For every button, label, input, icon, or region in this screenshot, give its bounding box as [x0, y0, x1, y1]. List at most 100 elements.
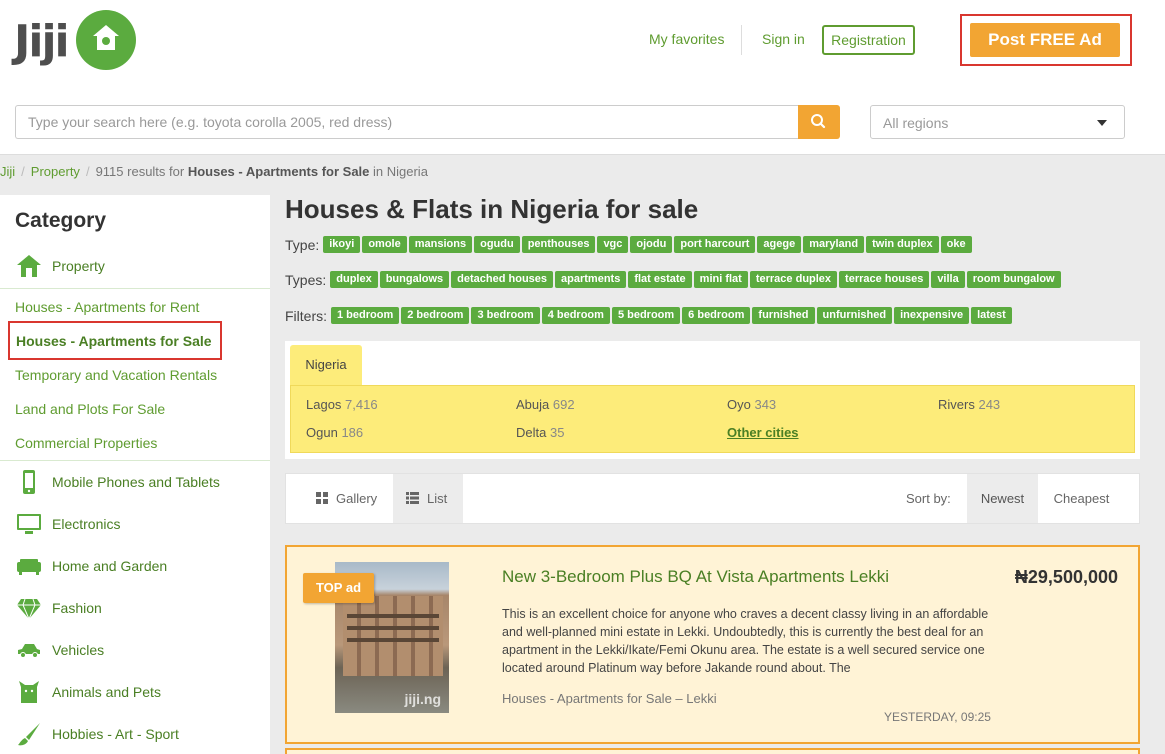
- city-count: 7,416: [345, 397, 378, 412]
- tag-port-harcourt[interactable]: port harcourt: [674, 236, 756, 254]
- filters-tag-row: Filters: 1 bedroom 2 bedroom 3 bedroom 4 bed…: [285, 307, 1014, 327]
- subcategory-commercial[interactable]: Commercial Properties: [15, 435, 157, 451]
- subcategory-sale-active[interactable]: Houses - Apartments for Sale: [8, 321, 222, 360]
- filter-5-bedroom[interactable]: 5 bedroom: [611, 307, 681, 325]
- category-vehicles[interactable]: Vehicles: [52, 642, 104, 658]
- filter-1-bedroom[interactable]: 1 bedroom: [331, 307, 400, 325]
- breadcrumb-separator: /: [85, 164, 90, 179]
- tag-twin-duplex[interactable]: twin duplex: [866, 236, 939, 254]
- tag-duplex[interactable]: duplex: [330, 271, 378, 289]
- building-windows: [347, 606, 439, 646]
- logo-text: Jiji: [14, 16, 70, 67]
- category-hobbies[interactable]: Hobbies - Art - Sport: [52, 726, 179, 742]
- monitor-icon: [17, 514, 41, 534]
- type-tag-row: Type: ikoyi omole mansions ogudu penthouses vg…: [285, 236, 974, 256]
- tag-detached-houses[interactable]: detached houses: [451, 271, 554, 289]
- region-select-value: All regions: [883, 115, 949, 131]
- registration-button[interactable]: Registration: [822, 25, 915, 55]
- tag-flat-estate[interactable]: flat estate: [628, 271, 692, 289]
- listing-timestamp: YESTERDAY, 09:25: [884, 710, 991, 724]
- header-divider: [741, 25, 742, 55]
- tag-omole[interactable]: omole: [362, 236, 407, 254]
- tag-apartments[interactable]: apartments: [555, 271, 627, 289]
- tag-terrace-houses[interactable]: terrace houses: [839, 271, 930, 289]
- city-abuja[interactable]: Abuja 692: [516, 397, 575, 412]
- listing-card[interactable]: jiji.ng TOP ad New 3-Bedroom Plus BQ At …: [285, 545, 1140, 744]
- jiji-logo[interactable]: Jiji: [14, 10, 139, 70]
- filter-furnished[interactable]: furnished: [752, 307, 815, 325]
- region-select[interactable]: All regions: [870, 105, 1125, 139]
- sidebar-item-property[interactable]: Property: [52, 258, 105, 274]
- breadcrumb-separator: /: [21, 164, 25, 179]
- filter-3-bedroom[interactable]: 3 bedroom: [471, 307, 540, 325]
- tag-mini-flat[interactable]: mini flat: [693, 271, 748, 289]
- city-oyo[interactable]: Oyo 343: [727, 397, 776, 412]
- sidebar-divider: [0, 288, 270, 289]
- breadcrumb-home[interactable]: Jiji: [0, 164, 15, 179]
- filter-unfurnished[interactable]: unfurnished: [816, 307, 893, 325]
- subcategory-sale-label: Houses - Apartments for Sale: [16, 333, 212, 349]
- tag-ikoyi[interactable]: ikoyi: [323, 236, 361, 254]
- category-sidebar: Category Property Houses - Apartments fo…: [0, 195, 270, 754]
- listing-price: ₦29,500,000: [1014, 567, 1118, 587]
- filter-2-bedroom[interactable]: 2 bedroom: [401, 307, 470, 325]
- tag-oke[interactable]: oke: [940, 236, 972, 254]
- tag-vgc[interactable]: vgc: [597, 236, 629, 254]
- listing-title[interactable]: New 3-Bedroom Plus BQ At Vista Apartment…: [502, 567, 889, 587]
- my-favorites-link[interactable]: My favorites: [649, 31, 724, 47]
- gallery-view-button[interactable]: Gallery: [286, 474, 392, 523]
- city-rivers[interactable]: Rivers 243: [938, 397, 1000, 412]
- tag-ojodu[interactable]: ojodu: [630, 236, 673, 254]
- tag-agege[interactable]: agege: [757, 236, 802, 254]
- category-electronics[interactable]: Electronics: [52, 516, 120, 532]
- city-name: Lagos: [306, 397, 342, 412]
- tag-penthouses[interactable]: penthouses: [521, 236, 596, 254]
- category-fashion[interactable]: Fashion: [52, 600, 102, 616]
- breadcrumb-property[interactable]: Property: [31, 164, 80, 179]
- other-cities-link[interactable]: Other cities: [727, 425, 799, 440]
- search-button[interactable]: [798, 105, 840, 139]
- tag-terrace-duplex[interactable]: terrace duplex: [749, 271, 838, 289]
- filter-6-bedroom[interactable]: 6 bedroom: [682, 307, 751, 325]
- category-mobile-phones[interactable]: Mobile Phones and Tablets: [52, 474, 220, 490]
- tag-mansions[interactable]: mansions: [408, 236, 473, 254]
- city-name: Ogun: [306, 425, 338, 440]
- search-input[interactable]: [15, 105, 799, 139]
- tag-villa[interactable]: villa: [931, 271, 965, 289]
- city-delta[interactable]: Delta 35: [516, 425, 564, 440]
- gallery-label: Gallery: [336, 491, 378, 506]
- types-label: Types:: [285, 271, 327, 288]
- tag-room-bungalow[interactable]: room bungalow: [966, 271, 1061, 289]
- post-free-ad-button[interactable]: Post FREE Ad: [970, 23, 1120, 57]
- sort-by-label: Sort by:: [906, 491, 951, 506]
- subcategory-rent[interactable]: Houses - Apartments for Rent: [15, 299, 199, 315]
- sort-cheapest-button[interactable]: Cheapest: [1038, 474, 1125, 523]
- city-count: 186: [341, 425, 364, 440]
- filter-latest[interactable]: latest: [971, 307, 1012, 325]
- list-icon: [406, 492, 419, 504]
- subcategory-land-plots[interactable]: Land and Plots For Sale: [15, 401, 165, 417]
- listing-description: This is an excellent choice for anyone w…: [502, 607, 989, 675]
- list-view-button[interactable]: List: [393, 474, 463, 523]
- subcategory-vacation-rentals[interactable]: Temporary and Vacation Rentals: [15, 367, 217, 383]
- category-animals-pets[interactable]: Animals and Pets: [52, 684, 161, 700]
- next-listing-card[interactable]: [285, 748, 1140, 754]
- tag-bungalows[interactable]: bungalows: [379, 271, 450, 289]
- sign-in-link[interactable]: Sign in: [762, 31, 805, 47]
- tag-ogudu[interactable]: ogudu: [474, 236, 520, 254]
- page-title: Houses & Flats in Nigeria for sale: [285, 194, 699, 224]
- header: Jiji My favorites Sign in Registration P…: [0, 0, 1165, 155]
- types-tag-row: Types: duplex bungalows detached houses apar…: [285, 271, 1063, 291]
- post-ad-highlight: Post FREE Ad: [960, 14, 1132, 66]
- tag-maryland[interactable]: maryland: [803, 236, 865, 254]
- city-lagos[interactable]: Lagos 7,416: [306, 397, 378, 412]
- car-icon: [18, 644, 40, 658]
- city-name: Rivers: [938, 397, 975, 412]
- view-sort-bar: Gallery List Sort by: Newest Cheapest: [285, 473, 1140, 524]
- sort-newest-button[interactable]: Newest: [967, 474, 1038, 523]
- category-home-garden[interactable]: Home and Garden: [52, 558, 167, 574]
- filter-inexpensive[interactable]: inexpensive: [894, 307, 970, 325]
- city-ogun[interactable]: Ogun 186: [306, 425, 363, 440]
- filter-4-bedroom[interactable]: 4 bedroom: [541, 307, 610, 325]
- tab-nigeria[interactable]: Nigeria: [290, 345, 362, 385]
